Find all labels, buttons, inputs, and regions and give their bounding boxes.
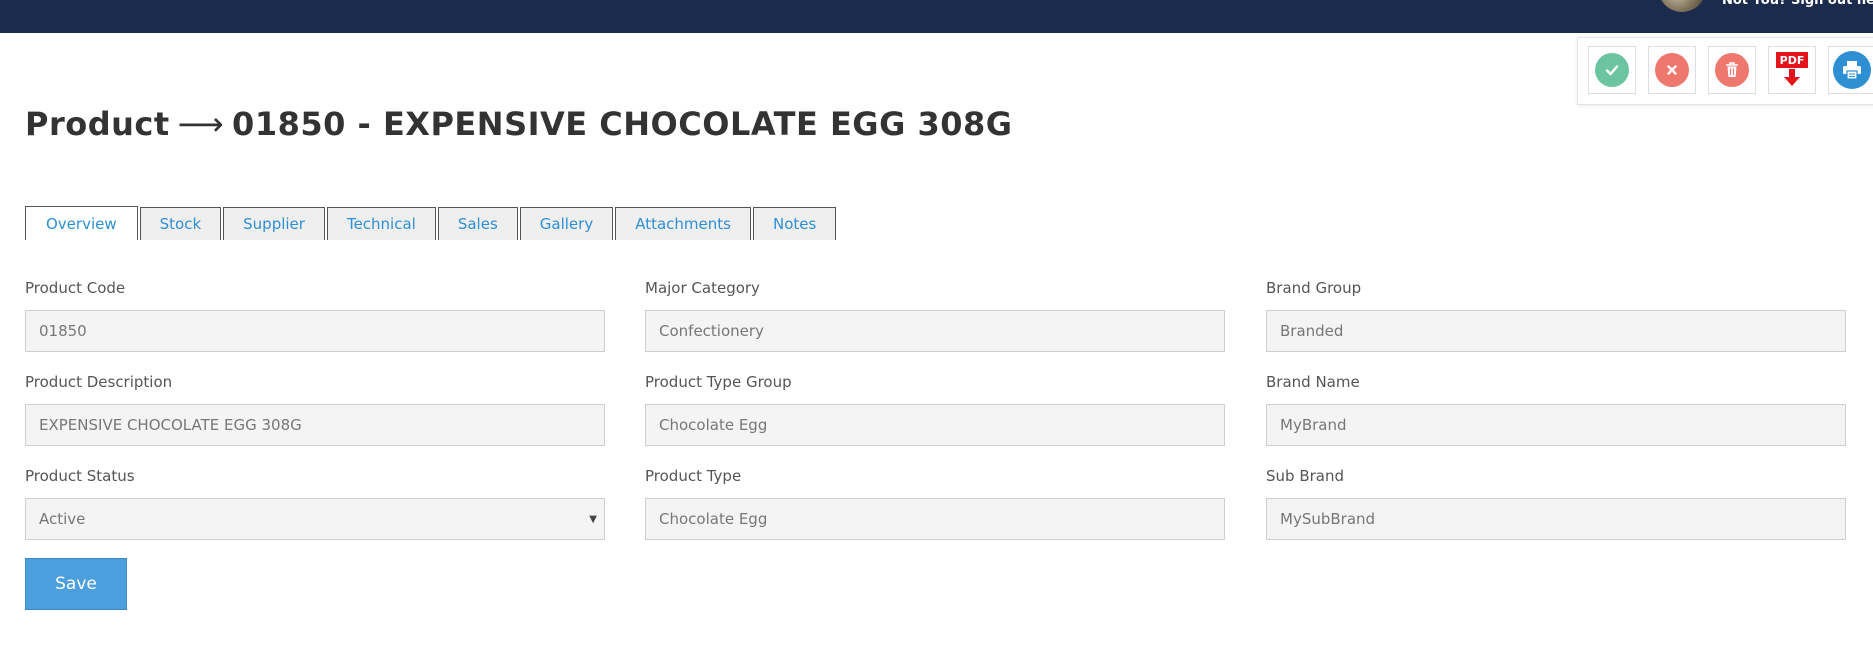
sub-brand-value: MySubBrand — [1280, 510, 1376, 528]
product-code-value: 01850 — [39, 322, 87, 340]
title-product: 01850 - EXPENSIVE CHOCOLATE EGG 308G — [232, 105, 1013, 143]
product-description-value: EXPENSIVE CHOCOLATE EGG 308G — [39, 416, 302, 434]
product-type-label: Product Type — [645, 467, 742, 485]
title-prefix: Product — [25, 105, 170, 143]
pdf-label: PDF — [1776, 52, 1808, 68]
tab-supplier[interactable]: Supplier — [223, 207, 325, 240]
signout-link[interactable]: Not You? Sign out here — [1722, 0, 1873, 9]
major-category-field[interactable]: Confectionery — [645, 310, 1225, 352]
product-status-value: Active — [39, 510, 86, 528]
tab-sales[interactable]: Sales — [437, 207, 518, 240]
tab-stock[interactable]: Stock — [139, 207, 222, 240]
cancel-button[interactable] — [1648, 46, 1696, 94]
top-navbar: Not You? Sign out here — [0, 0, 1873, 33]
tab-notes[interactable]: Notes — [752, 207, 837, 240]
product-type-group-field[interactable]: Chocolate Egg — [645, 404, 1225, 446]
tab-attachments[interactable]: Attachments — [615, 207, 751, 240]
product-code-field[interactable]: 01850 — [25, 310, 605, 352]
print-button[interactable] — [1828, 46, 1873, 94]
product-code-label: Product Code — [25, 279, 126, 297]
title-arrow: ⟶ — [177, 105, 225, 143]
x-icon — [1655, 53, 1689, 87]
trash-icon — [1715, 53, 1749, 87]
product-description-field[interactable]: EXPENSIVE CHOCOLATE EGG 308G — [25, 404, 605, 446]
tab-technical[interactable]: Technical — [326, 207, 436, 240]
page-title: Product ⟶ 01850 - EXPENSIVE CHOCOLATE EGG … — [25, 105, 1013, 143]
check-icon — [1595, 53, 1629, 87]
product-description-label: Product Description — [25, 373, 173, 391]
product-type-field[interactable]: Chocolate Egg — [645, 498, 1225, 540]
tab-bar: Overview Stock Supplier Technical Sales … — [25, 206, 838, 240]
sub-brand-label: Sub Brand — [1266, 467, 1344, 485]
sub-brand-field[interactable]: MySubBrand — [1266, 498, 1846, 540]
tab-gallery[interactable]: Gallery — [519, 207, 614, 240]
user-avatar[interactable] — [1658, 0, 1706, 12]
brand-group-value: Branded — [1280, 322, 1344, 340]
product-type-group-label: Product Type Group — [645, 373, 792, 391]
pdf-download-icon: PDF — [1774, 50, 1810, 90]
brand-group-label: Brand Group — [1266, 279, 1362, 297]
major-category-label: Major Category — [645, 279, 760, 297]
major-category-value: Confectionery — [659, 322, 764, 340]
brand-name-value: MyBrand — [1280, 416, 1347, 434]
tab-overview[interactable]: Overview — [25, 206, 138, 240]
pdf-download-button[interactable]: PDF — [1768, 46, 1816, 94]
brand-name-label: Brand Name — [1266, 373, 1360, 391]
product-status-select[interactable]: Active ▼ — [25, 498, 605, 540]
product-type-group-value: Chocolate Egg — [659, 416, 768, 434]
brand-group-field[interactable]: Branded — [1266, 310, 1846, 352]
brand-name-field[interactable]: MyBrand — [1266, 404, 1846, 446]
printer-icon — [1833, 51, 1871, 89]
delete-button[interactable] — [1708, 46, 1756, 94]
action-toolbar: PDF — [1577, 37, 1873, 105]
product-status-label: Product Status — [25, 467, 135, 485]
dropdown-arrow-icon: ▼ — [589, 514, 597, 525]
approve-button[interactable] — [1588, 46, 1636, 94]
product-type-value: Chocolate Egg — [659, 510, 768, 528]
save-button[interactable]: Save — [25, 558, 127, 610]
